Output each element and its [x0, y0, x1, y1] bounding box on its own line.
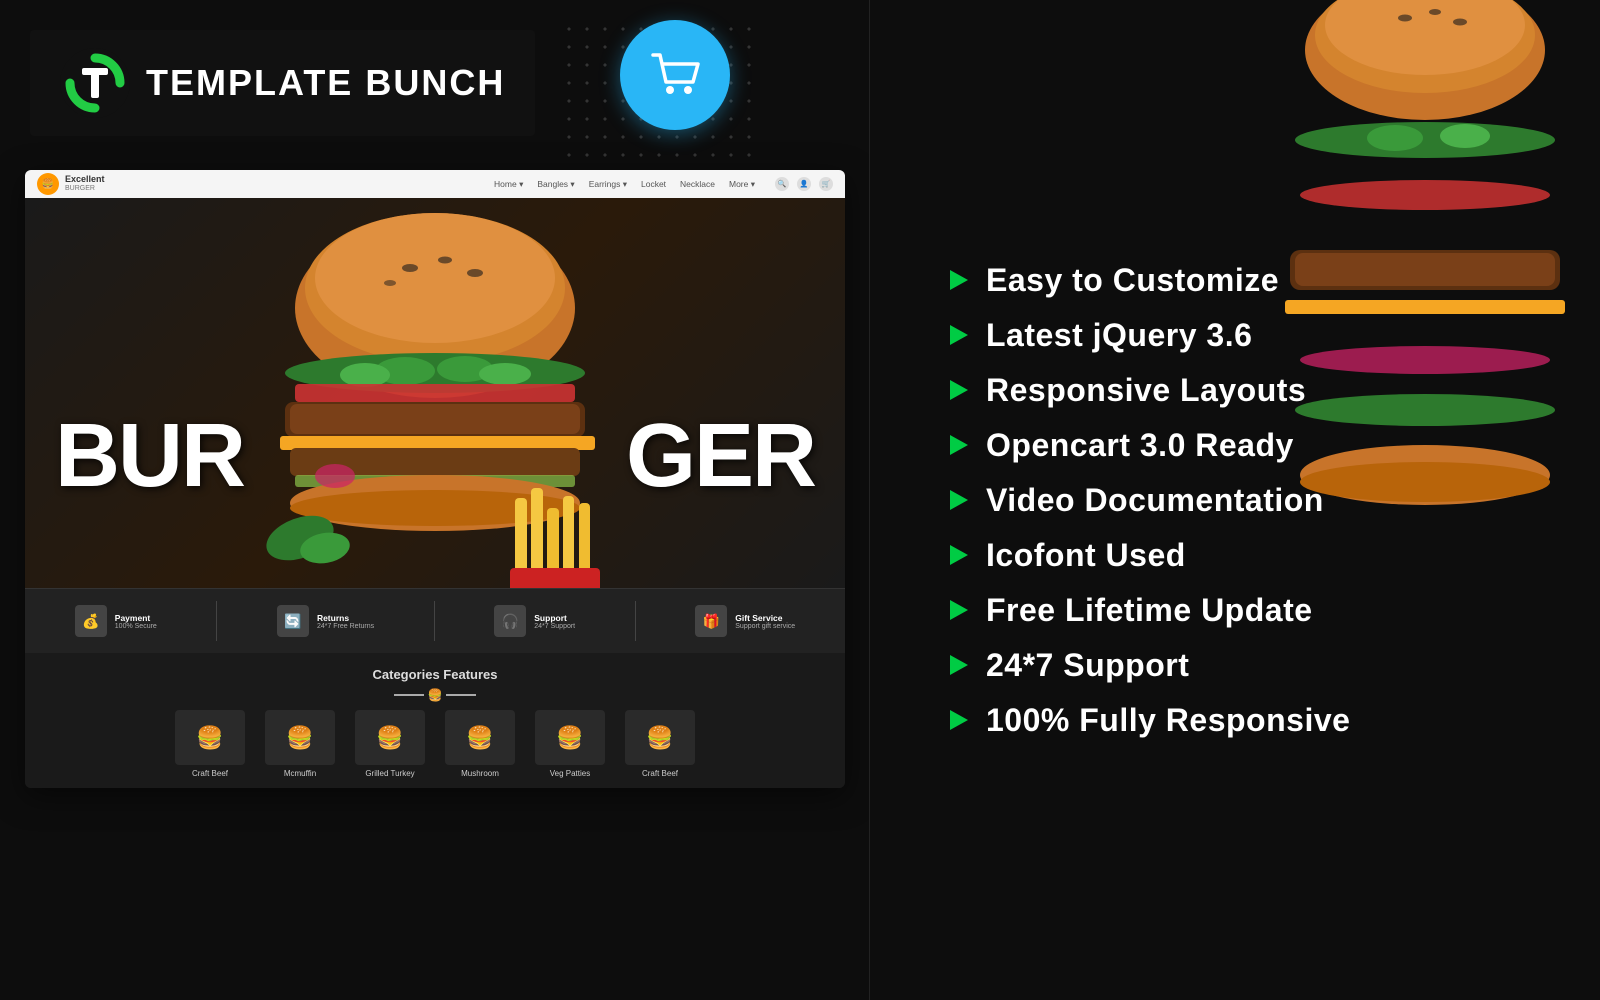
store-logo-icon: 🍔	[37, 173, 59, 195]
feature-item-8: 24*7 Support	[950, 647, 1600, 684]
divider-3	[635, 601, 636, 641]
payment-icon: 💰	[75, 605, 107, 637]
cat-grilled-turkey[interactable]: 🍔 Grilled Turkey	[350, 710, 430, 778]
feature-item-6: Icofont Used	[950, 537, 1600, 574]
divider-2	[434, 601, 435, 641]
cat-img-mcmuffin: 🍔	[265, 710, 335, 765]
gift-icon: 🎁	[695, 605, 727, 637]
arrow-icon-2	[950, 325, 968, 345]
cat-label-grilled-turkey: Grilled Turkey	[350, 769, 430, 778]
nav-links: Home ▾ Bangles ▾ Earrings ▾ Locket Neckl…	[494, 179, 755, 190]
nav-icon-group: 🔍 👤 🛒	[775, 177, 833, 191]
feature-item-7: Free Lifetime Update	[950, 592, 1600, 629]
brand-logo-icon	[60, 48, 130, 118]
arrow-icon-1	[950, 270, 968, 290]
returns-title: Returns	[317, 613, 374, 623]
nav-earrings[interactable]: Earrings ▾	[589, 179, 627, 190]
nav-necklace[interactable]: Necklace	[680, 179, 715, 190]
categories-section: Categories Features 🍔 🍔 Craft Beef 🍔 Mcm…	[25, 653, 845, 788]
feature-item-3: Responsive Layouts	[950, 372, 1600, 409]
logo-bar: TEMPLATE BUNCH	[30, 30, 535, 136]
browser-mockup: 🍔 Excellent BURGER Home ▾ Bangles ▾ Earr…	[25, 170, 845, 788]
feature-text-9: 100% Fully Responsive	[986, 702, 1350, 739]
feature-text-1: Easy to Customize	[986, 262, 1279, 299]
feature-item-4: Opencart 3.0 Ready	[950, 427, 1600, 464]
nav-more[interactable]: More ▾	[729, 179, 755, 190]
cat-craft-beef-1[interactable]: 🍔 Craft Beef	[170, 710, 250, 778]
feature-returns: 🔄 Returns 24*7 Free Returns	[277, 605, 374, 637]
feature-text-2: Latest jQuery 3.6	[986, 317, 1252, 354]
support-sub: 24*7 Support	[534, 623, 575, 630]
arrow-icon-8	[950, 655, 968, 675]
cat-craft-beef-2[interactable]: 🍔 Craft Beef	[620, 710, 700, 778]
cat-mcmuffin[interactable]: 🍔 Mcmuffin	[260, 710, 340, 778]
nav-bangles[interactable]: Bangles ▾	[537, 179, 574, 190]
cat-img-grilled-turkey: 🍔	[355, 710, 425, 765]
feature-item-2: Latest jQuery 3.6	[950, 317, 1600, 354]
returns-sub: 24*7 Free Returns	[317, 623, 374, 630]
burger-svg	[235, 198, 635, 588]
category-grid: 🍔 Craft Beef 🍔 Mcmuffin 🍔 Grilled Turkey…	[45, 710, 825, 778]
hero-text-bur: BUR	[55, 405, 244, 508]
feature-text-3: Responsive Layouts	[986, 372, 1306, 409]
cat-label-veg-patties: Veg Patties	[530, 769, 610, 778]
nav-home[interactable]: Home ▾	[494, 179, 523, 190]
cat-label-mushroom: Mushroom	[440, 769, 520, 778]
nav-locket[interactable]: Locket	[641, 179, 666, 190]
feature-text-6: Icofont Used	[986, 537, 1186, 574]
categories-underline: 🍔	[45, 688, 825, 702]
cat-img-craft-beef-2: 🍔	[625, 710, 695, 765]
feature-list: Easy to Customize Latest jQuery 3.6 Resp…	[950, 262, 1600, 739]
feature-gift: 🎁 Gift Service Support gift service	[695, 605, 795, 637]
hero-area: BUR GER	[25, 198, 845, 588]
burger-hero-image	[235, 198, 635, 588]
user-icon[interactable]: 👤	[797, 177, 811, 191]
cat-img-craft-beef-1: 🍔	[175, 710, 245, 765]
arrow-icon-4	[950, 435, 968, 455]
categories-title: Categories Features	[45, 667, 825, 682]
feature-item-5: Video Documentation	[950, 482, 1600, 519]
cat-label-craft-beef-1: Craft Beef	[170, 769, 250, 778]
arrow-icon-7	[950, 600, 968, 620]
arrow-icon-9	[950, 710, 968, 730]
left-section: TEMPLATE BUNCH 🍔 Excellent BURGER Ho	[0, 0, 870, 1000]
search-icon[interactable]: 🔍	[775, 177, 789, 191]
arrow-icon-5	[950, 490, 968, 510]
feature-text-7: Free Lifetime Update	[986, 592, 1313, 629]
cat-label-craft-beef-2: Craft Beef	[620, 769, 700, 778]
features-bar: 💰 Payment 100% Secure 🔄 Returns 24*7 Fre…	[25, 588, 845, 653]
cat-veg-patties[interactable]: 🍔 Veg Patties	[530, 710, 610, 778]
hero-text-ger: GER	[626, 405, 815, 508]
cat-img-veg-patties: 🍔	[535, 710, 605, 765]
browser-navbar: 🍔 Excellent BURGER Home ▾ Bangles ▾ Earr…	[25, 170, 845, 198]
cart-area	[620, 20, 730, 130]
cart-nav-icon[interactable]: 🛒	[819, 177, 833, 191]
feature-text-5: Video Documentation	[986, 482, 1324, 519]
feature-support: 🎧 Support 24*7 Support	[494, 605, 575, 637]
support-icon: 🎧	[494, 605, 526, 637]
arrow-icon-3	[950, 380, 968, 400]
cat-mushroom[interactable]: 🍔 Mushroom	[440, 710, 520, 778]
feature-item-1: Easy to Customize	[950, 262, 1600, 299]
gift-title: Gift Service	[735, 613, 795, 623]
payment-sub: 100% Secure	[115, 623, 157, 630]
feature-payment: 💰 Payment 100% Secure	[75, 605, 157, 637]
arrow-icon-6	[950, 545, 968, 565]
support-title: Support	[534, 613, 575, 623]
cat-img-mushroom: 🍔	[445, 710, 515, 765]
returns-icon: 🔄	[277, 605, 309, 637]
gift-sub: Support gift service	[735, 623, 795, 630]
feature-text-8: 24*7 Support	[986, 647, 1189, 684]
brand-name: TEMPLATE BUNCH	[146, 65, 505, 101]
cart-icon	[648, 50, 703, 100]
feature-item-9: 100% Fully Responsive	[950, 702, 1600, 739]
store-logo: 🍔 Excellent BURGER	[37, 173, 105, 195]
payment-title: Payment	[115, 613, 157, 623]
store-name: Excellent BURGER	[65, 175, 105, 193]
right-section: Easy to Customize Latest jQuery 3.6 Resp…	[870, 0, 1600, 1000]
divider-1	[216, 601, 217, 641]
feature-text-4: Opencart 3.0 Ready	[986, 427, 1294, 464]
cart-icon-circle[interactable]	[620, 20, 730, 130]
cat-label-mcmuffin: Mcmuffin	[260, 769, 340, 778]
